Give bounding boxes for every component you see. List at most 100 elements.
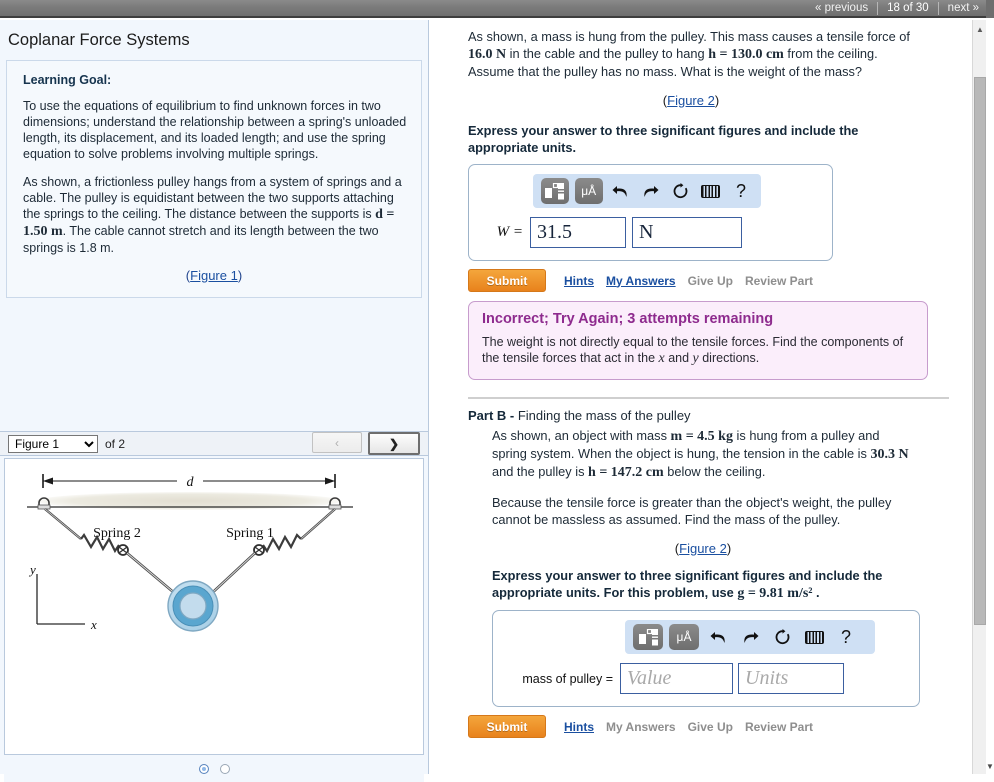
figure-y-axis-label: y — [28, 562, 36, 577]
figure-select[interactable]: Figure 1 Figure 2 — [8, 434, 98, 453]
part-b-instruction-1: Express your answer to three significant… — [492, 568, 883, 600]
learning-goal-box: Learning Goal: To use the equations of e… — [6, 60, 422, 298]
part-b-math-toolbar: μÅ ? — [625, 620, 875, 654]
units-mu-angstrom-icon[interactable]: μÅ — [669, 624, 699, 650]
figure-dimension-label: d — [187, 475, 195, 490]
part-b-body-2: Because the tensile force is greater tha… — [492, 495, 892, 527]
units-mu-angstrom-icon[interactable]: μÅ — [574, 178, 603, 204]
redo-icon[interactable] — [639, 178, 663, 204]
outer-vertical-scrollbar[interactable]: ▼ — [986, 0, 994, 774]
paren-close: ) — [237, 268, 243, 283]
part-a-figure-link-wrapper: (Figure 2) — [662, 93, 720, 108]
feedback-heading: Incorrect; Try Again; 3 attempts remaini… — [482, 311, 774, 327]
part-b-mass-value: m = 4.5 kg — [670, 429, 733, 444]
part-a-my-answers-link[interactable]: My Answers — [606, 274, 676, 288]
part-b-tension-value: 30.3 N — [870, 447, 909, 462]
undo-icon[interactable] — [705, 624, 731, 650]
right-panel-content: As shown, a mass is hung from the pulley… — [440, 20, 949, 738]
figure-1-link-wrapper: (Figure 1) — [21, 268, 407, 283]
part-b-figure-2-link[interactable]: Figure 2 — [679, 541, 727, 556]
part-a-answer-card: μÅ ? W = 31.5 N — [468, 164, 833, 261]
nav-divider-2 — [937, 1, 939, 15]
part-a-submit-button[interactable]: Submit — [468, 269, 546, 292]
help-icon[interactable]: ? — [729, 178, 753, 204]
reset-icon[interactable] — [769, 624, 795, 650]
keyboard-icon[interactable] — [801, 624, 827, 650]
part-b-hints-link[interactable]: Hints — [564, 720, 594, 734]
section-divider — [468, 397, 949, 399]
part-a-text-2: in the cable and the pulley to hang — [506, 46, 709, 61]
part-b-text-4: below the ceiling. — [663, 464, 766, 479]
part-b-label: Part B - — [468, 408, 515, 423]
page-title: Coplanar Force Systems — [8, 31, 190, 49]
part-b-button-row: Submit Hints My Answers Give Up Review P… — [468, 715, 914, 738]
part-b-give-up-link[interactable]: Give Up — [688, 720, 733, 734]
part-a-answer-label: W = — [496, 224, 523, 240]
part-a-value-input[interactable]: 31.5 — [530, 217, 626, 248]
part-a-math-toolbar: μÅ ? — [533, 174, 761, 208]
part-b-h-value: h = 147.2 cm — [588, 465, 664, 480]
problem-setup-text: As shown, a frictionless pulley hangs fr… — [23, 174, 407, 256]
template-icon[interactable] — [633, 624, 663, 650]
figure-pagination-dots — [4, 756, 424, 782]
help-icon[interactable]: ? — [833, 624, 859, 650]
part-b-submit-button[interactable]: Submit — [468, 715, 546, 738]
reset-icon[interactable] — [669, 178, 693, 204]
figure-nav-buttons: ‹ ❯ — [312, 432, 420, 455]
figure-dot-1[interactable] — [198, 764, 209, 774]
right-panel: As shown, a mass is hung from the pulley… — [440, 20, 972, 774]
part-a-text-1: As shown, a mass is hung from the pulley… — [468, 29, 910, 44]
part-b-my-answers-link[interactable]: My Answers — [606, 720, 676, 734]
part-a-force-value: 16.0 N — [468, 47, 507, 62]
part-a-feedback-box: Incorrect; Try Again; 3 attempts remaini… — [468, 301, 928, 380]
part-a-instruction: Express your answer to three significant… — [468, 123, 859, 155]
undo-icon[interactable] — [609, 178, 633, 204]
part-b-answer-label: mass of pulley = — [522, 671, 613, 686]
template-icon[interactable] — [541, 178, 569, 204]
part-b-answer-card: μÅ ? mass of pulley = Value Units — [492, 610, 920, 707]
part-b-value-input[interactable]: Value — [620, 663, 733, 694]
setup-text-1: As shown, a frictionless pulley hangs fr… — [23, 175, 402, 221]
figure-toolbar: Figure 1 Figure 2 of 2 ‹ ❯ — [0, 431, 428, 456]
part-b-figure-link-wrapper: (Figure 2) — [674, 541, 732, 556]
previous-link[interactable]: « previous — [806, 0, 877, 17]
redo-icon[interactable] — [737, 624, 763, 650]
part-a-hints-link[interactable]: Hints — [564, 274, 594, 288]
feedback-body: The weight is not directly equal to the … — [482, 334, 914, 367]
units-icon-label: μÅ — [676, 630, 692, 644]
figure-spring1-label: Spring 1 — [226, 526, 274, 541]
figure-prev-button[interactable]: ‹ — [312, 432, 362, 453]
scroll-up-icon[interactable]: ▲ — [973, 22, 987, 36]
figure-next-button[interactable]: ❯ — [368, 432, 420, 455]
part-a-h-value: h = 130.0 cm — [708, 47, 784, 62]
part-b-g-value: g = 9.81 m/s² — [737, 586, 813, 601]
learning-goal-heading: Learning Goal: — [23, 73, 112, 87]
part-b-text-3: and the pulley is — [492, 464, 589, 479]
figure-spring2-label: Spring 2 — [93, 526, 141, 541]
part-b-review-part-link[interactable]: Review Part — [745, 720, 813, 734]
part-a-button-row: Submit Hints My Answers Give Up Review P… — [468, 269, 914, 292]
part-a-review-part-link[interactable]: Review Part — [745, 274, 813, 288]
scroll-down-icon[interactable]: ▼ — [986, 758, 994, 774]
keyboard-icon[interactable] — [699, 178, 723, 204]
part-b-title: Finding the mass of the pulley — [514, 408, 691, 423]
figure-canvas[interactable]: d Spring 2 Spring 1 y x — [4, 458, 424, 755]
inner-vertical-scrollbar[interactable]: ▲ — [972, 20, 987, 774]
part-b-body-1: As shown, an object with mass m = 4.5 kg… — [492, 427, 914, 481]
part-b-units-input[interactable]: Units — [738, 663, 844, 694]
figure-dot-2[interactable] — [219, 764, 230, 774]
next-link[interactable]: next » — [939, 0, 988, 17]
part-b-instruction-2: . — [812, 585, 820, 600]
inner-scrollbar-thumb[interactable] — [974, 77, 986, 625]
outer-scrollbar-track-top — [986, 0, 994, 18]
part-a-figure-2-link[interactable]: Figure 2 — [667, 93, 715, 108]
part-b-text-1: As shown, an object with mass — [492, 428, 671, 443]
part-a-give-up-link[interactable]: Give Up — [688, 274, 733, 288]
left-panel: Coplanar Force Systems Learning Goal: To… — [0, 20, 429, 782]
figure-1-link[interactable]: Figure 1 — [190, 268, 238, 283]
top-navigation-bar: « previous 18 of 30 next » — [0, 0, 994, 18]
feedback-text-2: directions. — [698, 351, 760, 365]
learning-goal-text: To use the equations of equilibrium to f… — [23, 99, 407, 161]
part-a-body: As shown, a mass is hung from the pulley… — [468, 28, 914, 80]
part-a-units-input[interactable]: N — [632, 217, 742, 248]
